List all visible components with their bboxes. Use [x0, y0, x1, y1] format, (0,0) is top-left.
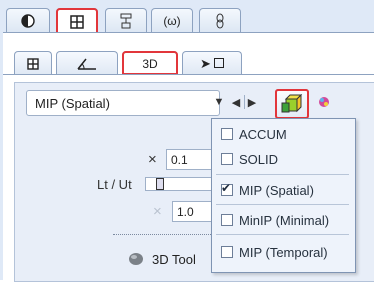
grid-icon	[27, 57, 39, 70]
render-volume-button[interactable]	[275, 89, 309, 119]
menu-item-mip-spatial[interactable]: MIP (Spatial)	[212, 178, 353, 202]
angle-icon	[77, 58, 96, 70]
menu-item-accum[interactable]: ACCUM	[212, 122, 353, 146]
control-divider	[244, 95, 245, 109]
tab-tools[interactable]	[105, 8, 147, 33]
slider-handle[interactable]	[156, 178, 164, 190]
3d-tool-label: 3D Tool	[152, 251, 196, 267]
checkbox-icon	[221, 246, 233, 258]
multiply-symbol: ×	[148, 151, 157, 168]
section-divider	[113, 234, 213, 235]
render-mode-value: MIP (Spatial)	[35, 95, 110, 111]
volume-render-icon	[281, 94, 303, 113]
pointer-box-icon: ➤	[200, 56, 224, 72]
lt-ut-label: Lt / Ut	[97, 177, 132, 192]
tab-grid-layout[interactable]	[56, 8, 98, 34]
menu-item-label: MIP (Spatial)	[239, 182, 314, 198]
3d-tool-icon	[129, 253, 143, 265]
next-mode-button[interactable]: ▶	[246, 94, 258, 110]
tab-contrast[interactable]	[6, 8, 50, 33]
menu-separator	[216, 204, 349, 205]
menu-item-label: ACCUM	[239, 126, 287, 142]
chain-icon	[216, 13, 224, 29]
multiply-input-value: 0.1	[171, 152, 188, 167]
contrast-icon	[21, 14, 35, 28]
subtab-grid[interactable]	[14, 51, 52, 75]
tab-signal[interactable]: (ω)	[151, 8, 193, 33]
tools-icon	[120, 13, 132, 29]
menu-item-minip-minimal[interactable]: MinIP (Minimal)	[212, 208, 353, 232]
lt-ut-slider[interactable]	[145, 177, 214, 191]
grid-icon	[70, 14, 84, 29]
checkbox-icon	[221, 128, 233, 140]
checkbox-icon	[221, 153, 233, 165]
menu-item-mip-temporal[interactable]: MIP (Temporal)	[212, 240, 353, 264]
menu-separator	[216, 234, 349, 235]
subtab-pointer[interactable]: ➤	[182, 51, 242, 75]
chevron-right-icon: ▶	[247, 96, 257, 109]
menu-item-label: SOLID	[239, 151, 279, 167]
subtab-3d[interactable]: 3D	[122, 51, 178, 75]
menu-item-label: MinIP (Minimal)	[239, 212, 330, 228]
subtab-3d-label: 3D	[142, 56, 158, 71]
secondary-input-value: 1.0	[177, 204, 194, 219]
3d-tool-button[interactable]: 3D Tool	[128, 249, 212, 269]
chevron-down-icon: ▼	[213, 96, 225, 108]
render-mode-dropdown: ACCUM SOLID MIP (Spatial) MinIP (Minimal…	[211, 118, 356, 273]
subtab-angle[interactable]	[56, 51, 118, 75]
dropdown-arrow-button[interactable]: ▼	[212, 94, 226, 110]
palette-icon	[319, 97, 329, 107]
signal-icon: (ω)	[163, 14, 181, 28]
tab-chain[interactable]	[199, 8, 241, 33]
checkbox-checked-icon	[221, 181, 233, 196]
previous-mode-button[interactable]: ◀	[230, 94, 242, 110]
color-options-button[interactable]	[315, 92, 333, 112]
multiply-symbol-disabled: ×	[153, 203, 162, 220]
menu-separator	[216, 174, 349, 175]
menu-item-solid[interactable]: SOLID	[212, 147, 353, 171]
chevron-left-icon: ◀	[231, 96, 241, 109]
render-mode-combo[interactable]: MIP (Spatial)	[26, 90, 220, 116]
subtab-row-divider	[3, 74, 374, 75]
checkbox-icon	[221, 214, 233, 226]
menu-item-label: MIP (Temporal)	[239, 244, 328, 260]
